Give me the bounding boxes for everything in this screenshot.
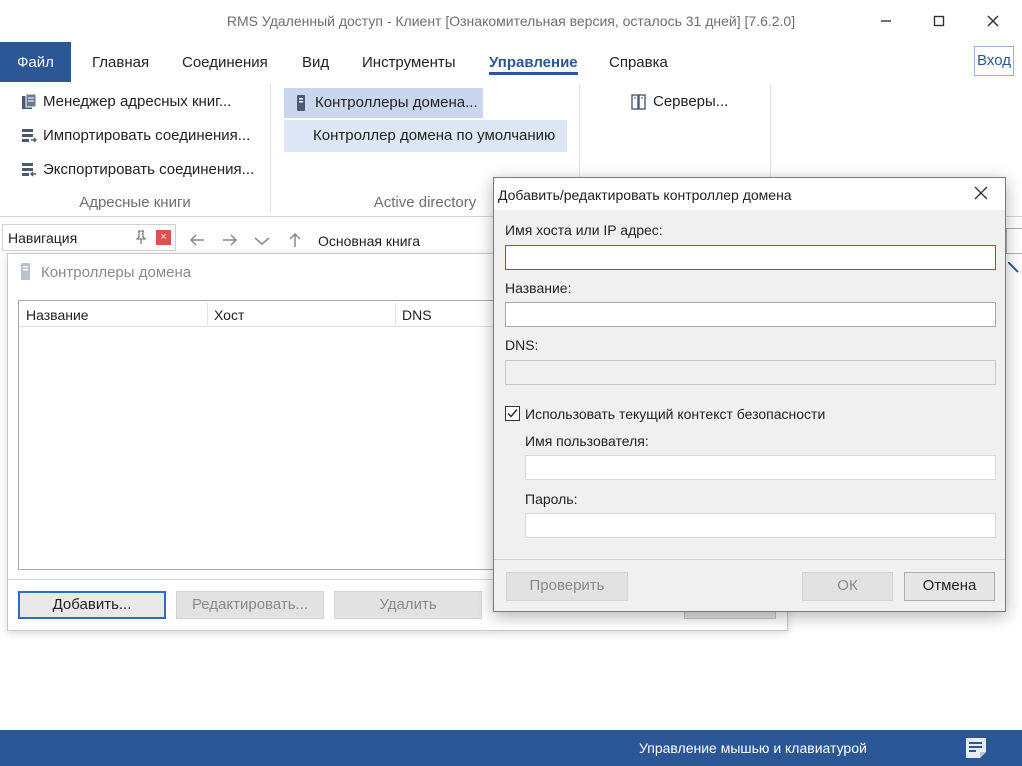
name-label: Название: [505,280,572,296]
column-divider [207,303,208,325]
note-icon[interactable] [964,736,988,763]
server-icon [18,262,34,285]
status-bar: Управление мышью и клавиатурой [0,730,1022,766]
tab-management[interactable]: Управление [489,42,578,82]
username-input[interactable] [525,455,996,480]
navigation-pane-header: Навигация × [2,224,176,251]
dns-input[interactable] [505,360,996,385]
delete-button[interactable]: Удалить [334,591,482,619]
up-arrow-icon[interactable] [287,231,303,252]
ribbon-tabs: Файл Главная Соединения Вид Инструменты … [0,42,1022,82]
export-connections-label: Экспортировать соединения... [43,161,255,178]
default-domain-controller-label: Контроллер домена по умолчанию [313,127,556,144]
dialog-close-icon[interactable] [974,186,988,203]
maximize-icon [933,15,945,27]
username-label: Имя пользователя: [525,433,649,449]
username-input-field[interactable] [526,456,995,479]
host-input-field[interactable] [506,246,995,269]
table-header: Название Хост DNS [19,301,497,327]
import-icon [20,127,38,145]
host-input[interactable] [505,245,996,270]
forward-arrow-icon[interactable] [221,232,239,251]
export-connections-button[interactable]: Экспортировать соединения... [20,156,254,184]
ok-button[interactable]: ОК [802,572,893,601]
import-connections-button[interactable]: Импортировать соединения... [20,122,250,150]
window-title: Контроллеры домена [41,264,192,281]
tab-home[interactable]: Главная [92,42,149,82]
tab-tools[interactable]: Инструменты [362,42,456,82]
login-button[interactable]: Вход [974,46,1014,76]
export-icon [20,161,38,179]
password-input-field[interactable] [526,514,995,537]
password-input[interactable] [525,513,996,538]
name-input[interactable] [505,302,996,327]
password-label: Пароль: [525,491,578,507]
column-dns[interactable]: DNS [402,307,432,323]
column-name[interactable]: Название [26,307,89,323]
pin-icon[interactable] [133,229,149,248]
minimize-icon [881,20,891,22]
navigation-label: Навигация [8,230,78,246]
ribbon-separator [270,84,271,212]
window-title: RMS Удаленный доступ - Клиент [Ознакомит… [226,13,796,29]
check-button[interactable]: Проверить [506,572,628,601]
cancel-button[interactable]: Отмена [904,572,995,601]
close-icon [987,15,999,27]
tab-file[interactable]: Файл [0,42,71,82]
add-edit-domain-controller-dialog: Добавить/редактировать контроллер домена… [493,177,1006,612]
server-icon [292,94,310,112]
servers-label: Серверы... [653,93,729,110]
add-button[interactable]: Добавить... [18,591,166,619]
dialog-title-bar: Добавить/редактировать контроллер домена [494,178,1005,210]
dialog-divider [494,559,1005,560]
checkmark-icon [507,409,518,418]
back-arrow-icon[interactable] [188,232,206,251]
servers-button[interactable]: Серверы... [630,88,728,116]
close-window-button[interactable] [978,8,1008,34]
column-divider [395,303,396,325]
import-connections-label: Импортировать соединения... [43,127,251,144]
dns-label: DNS: [505,337,539,353]
default-domain-controller-button[interactable]: Контроллер домена по умолчанию [284,120,567,152]
address-book-manager-button[interactable]: Менеджер адресных книг... [20,88,231,116]
dns-input-field[interactable] [506,361,995,384]
chevron-down-icon[interactable] [253,233,271,252]
close-pane-icon[interactable]: × [156,230,171,245]
use-context-checkbox[interactable] [505,406,520,421]
domain-controllers-table[interactable]: Название Хост DNS [18,300,498,570]
edit-button[interactable]: Редактировать... [176,591,324,619]
domain-controllers-button[interactable]: Контроллеры домена... [284,88,483,118]
address-book-icon [20,93,38,111]
tab-help[interactable]: Справка [609,42,668,82]
search-field-partial[interactable] [1006,228,1022,254]
status-text: Управление мышью и клавиатурой [639,740,867,756]
servers-icon [630,93,648,111]
breadcrumb[interactable]: Основная книга [318,233,420,249]
domain-controllers-label: Контроллеры домена... [315,94,478,111]
dialog-title: Добавить/редактировать контроллер домена [498,187,792,203]
use-context-label[interactable]: Использовать текущий контекст безопаснос… [525,406,825,422]
tab-view[interactable]: Вид [302,42,329,82]
search-icon[interactable] [1007,261,1022,281]
tab-connections[interactable]: Соединения [182,42,268,82]
minimize-button[interactable] [871,8,901,34]
title-bar: RMS Удаленный доступ - Клиент [Ознакомит… [0,0,1022,42]
column-host[interactable]: Хост [214,307,244,323]
maximize-button[interactable] [924,8,954,34]
address-books-group-label: Адресные книги [79,194,191,211]
name-input-field[interactable] [506,303,995,326]
address-book-manager-label: Менеджер адресных книг... [43,93,232,110]
host-label: Имя хоста или IP адрес: [505,222,663,238]
